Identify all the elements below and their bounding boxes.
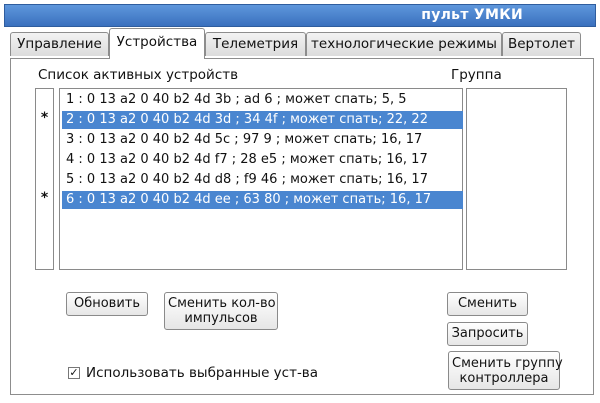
group-header: Группа — [451, 67, 502, 83]
refresh-button[interactable]: Обновить — [66, 292, 148, 316]
devices-list-header: Список активных устройств — [38, 67, 239, 83]
change-pulses-button[interactable]: Сменить кол-во импульсов — [164, 292, 278, 330]
list-item[interactable]: 6 : 0 13 a2 0 40 b2 4d ee ; 63 80 ; може… — [62, 191, 463, 209]
group-list[interactable] — [466, 88, 567, 270]
change-pulses-label-line2: импульсов — [184, 311, 258, 326]
window-title: пульт УМКИ — [421, 7, 523, 23]
tab-devices[interactable]: Устройства — [109, 28, 205, 59]
list-item[interactable]: 5 : 0 13 a2 0 40 b2 4d d8 ; f9 46 ; може… — [62, 171, 463, 189]
use-selected-label: Использовать выбранные уст-ва — [86, 365, 319, 381]
title-bar: пульт УМКИ — [4, 4, 596, 27]
selection-marker-column: * * — [35, 88, 54, 270]
change-controller-group-button[interactable]: Сменить группу контроллера — [448, 351, 563, 390]
request-button[interactable]: Запросить — [447, 322, 528, 346]
use-selected-checkbox[interactable]: ✓ — [68, 367, 80, 379]
tab-telemetry[interactable]: Телеметрия — [205, 32, 306, 56]
list-item[interactable]: 3 : 0 13 a2 0 40 b2 4d 5c ; 97 9 ; может… — [62, 131, 463, 149]
tab-tech-modes[interactable]: технологические режимы — [306, 32, 502, 56]
list-item[interactable]: 4 : 0 13 a2 0 40 b2 4d f7 ; 28 e5 ; може… — [62, 151, 463, 169]
selection-marker: * — [40, 110, 49, 126]
device-list[interactable]: 1 : 0 13 a2 0 40 b2 4d 3b ; ad 6 ; может… — [59, 88, 463, 270]
tab-control[interactable]: Управление — [10, 32, 109, 56]
change-pulses-label-line1: Сменить кол-во — [168, 296, 276, 311]
list-item[interactable]: 2 : 0 13 a2 0 40 b2 4d 3d ; 34 4f ; може… — [62, 111, 463, 129]
list-item[interactable]: 1 : 0 13 a2 0 40 b2 4d 3b ; ad 6 ; может… — [62, 91, 463, 109]
change-group-label-line2: контроллера — [459, 370, 549, 386]
tab-helicopter[interactable]: Вертолет — [502, 32, 581, 56]
selection-marker: * — [40, 190, 49, 206]
change-button[interactable]: Сменить — [447, 292, 528, 316]
change-group-label-line1: Сменить группу — [452, 355, 563, 371]
